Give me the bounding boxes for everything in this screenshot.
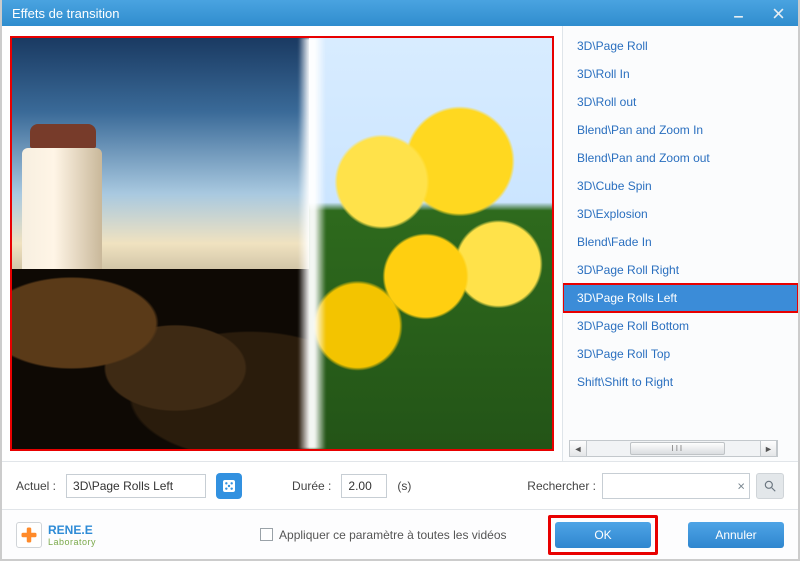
preview-right-image [309,38,552,449]
search-clear-icon[interactable]: × [737,478,745,493]
effect-item[interactable]: 3D\Page Roll Top [563,340,798,368]
ok-button[interactable]: OK [555,522,651,548]
effect-item[interactable]: 3D\Roll In [563,60,798,88]
effect-item[interactable]: Shift\Shift to Right [563,368,798,396]
duration-field[interactable] [341,474,387,498]
plus-cross-icon [20,526,38,544]
effect-item[interactable]: 3D\Page Roll Bottom [563,312,798,340]
effect-item[interactable]: Blend\Pan and Zoom In [563,116,798,144]
effect-item[interactable]: 3D\Explosion [563,200,798,228]
footer: RENE.E Laboratory Appliquer ce paramètre… [2,509,798,559]
preview-pane [2,26,562,461]
scroll-left-arrow[interactable]: ◄ [570,441,587,456]
current-effect-field[interactable] [66,474,206,498]
minimize-button[interactable] [718,0,758,26]
cancel-button[interactable]: Annuler [688,522,784,548]
effect-item[interactable]: 3D\Roll out [563,88,798,116]
random-effect-button[interactable] [216,473,242,499]
horizontal-scrollbar[interactable]: ◄ III ► [569,440,778,457]
main-area: 3D\Page Roll3D\Roll In3D\Roll outBlend\P… [2,26,798,461]
apply-all-checkbox[interactable] [260,528,273,541]
duration-label: Durée : [292,479,331,493]
search-button[interactable] [756,473,784,499]
scroll-track[interactable]: III [587,441,760,456]
effect-item[interactable]: Blend\Pan and Zoom out [563,144,798,172]
effects-list-pane: 3D\Page Roll3D\Roll In3D\Roll outBlend\P… [562,26,798,461]
window-title: Effets de transition [12,6,119,21]
preview-light-beam [298,38,326,449]
effect-item[interactable]: Blend\Fade In [563,228,798,256]
apply-all-wrap[interactable]: Appliquer ce paramètre à toutes les vidé… [260,528,506,542]
effect-item[interactable]: 3D\Page Roll [563,32,798,60]
dice-icon [221,478,237,494]
titlebar: Effets de transition [2,0,798,26]
search-field-wrap: × [602,473,750,499]
duration-unit: (s) [397,479,411,493]
brand-icon [16,522,42,548]
search-input[interactable] [609,474,727,498]
preview-left-image [12,38,309,449]
effect-item[interactable]: 3D\Cube Spin [563,172,798,200]
window-controls [718,0,798,26]
brand-line1a: RENE. [48,523,85,537]
search-label: Rechercher : [527,479,596,493]
effect-item[interactable]: 3D\Page Roll Right [563,256,798,284]
close-button[interactable] [758,0,798,26]
apply-all-label: Appliquer ce paramètre à toutes les vidé… [279,528,506,542]
brand-line1b: E [85,523,93,537]
effects-list[interactable]: 3D\Page Roll3D\Roll In3D\Roll outBlend\P… [563,32,798,432]
controls-row: Actuel : Durée : (s) Rechercher : × [2,461,798,509]
scroll-thumb[interactable]: III [630,442,725,455]
ok-highlight: OK [548,515,658,555]
scroll-right-arrow[interactable]: ► [760,441,777,456]
brand-text: RENE.E Laboratory [48,523,96,547]
brand-line2: Laboratory [48,537,96,547]
brand-logo: RENE.E Laboratory [16,522,96,548]
current-label: Actuel : [16,479,56,493]
search-icon [763,479,777,493]
effect-item[interactable]: 3D\Page Rolls Left [563,284,798,312]
transition-preview [10,36,554,451]
